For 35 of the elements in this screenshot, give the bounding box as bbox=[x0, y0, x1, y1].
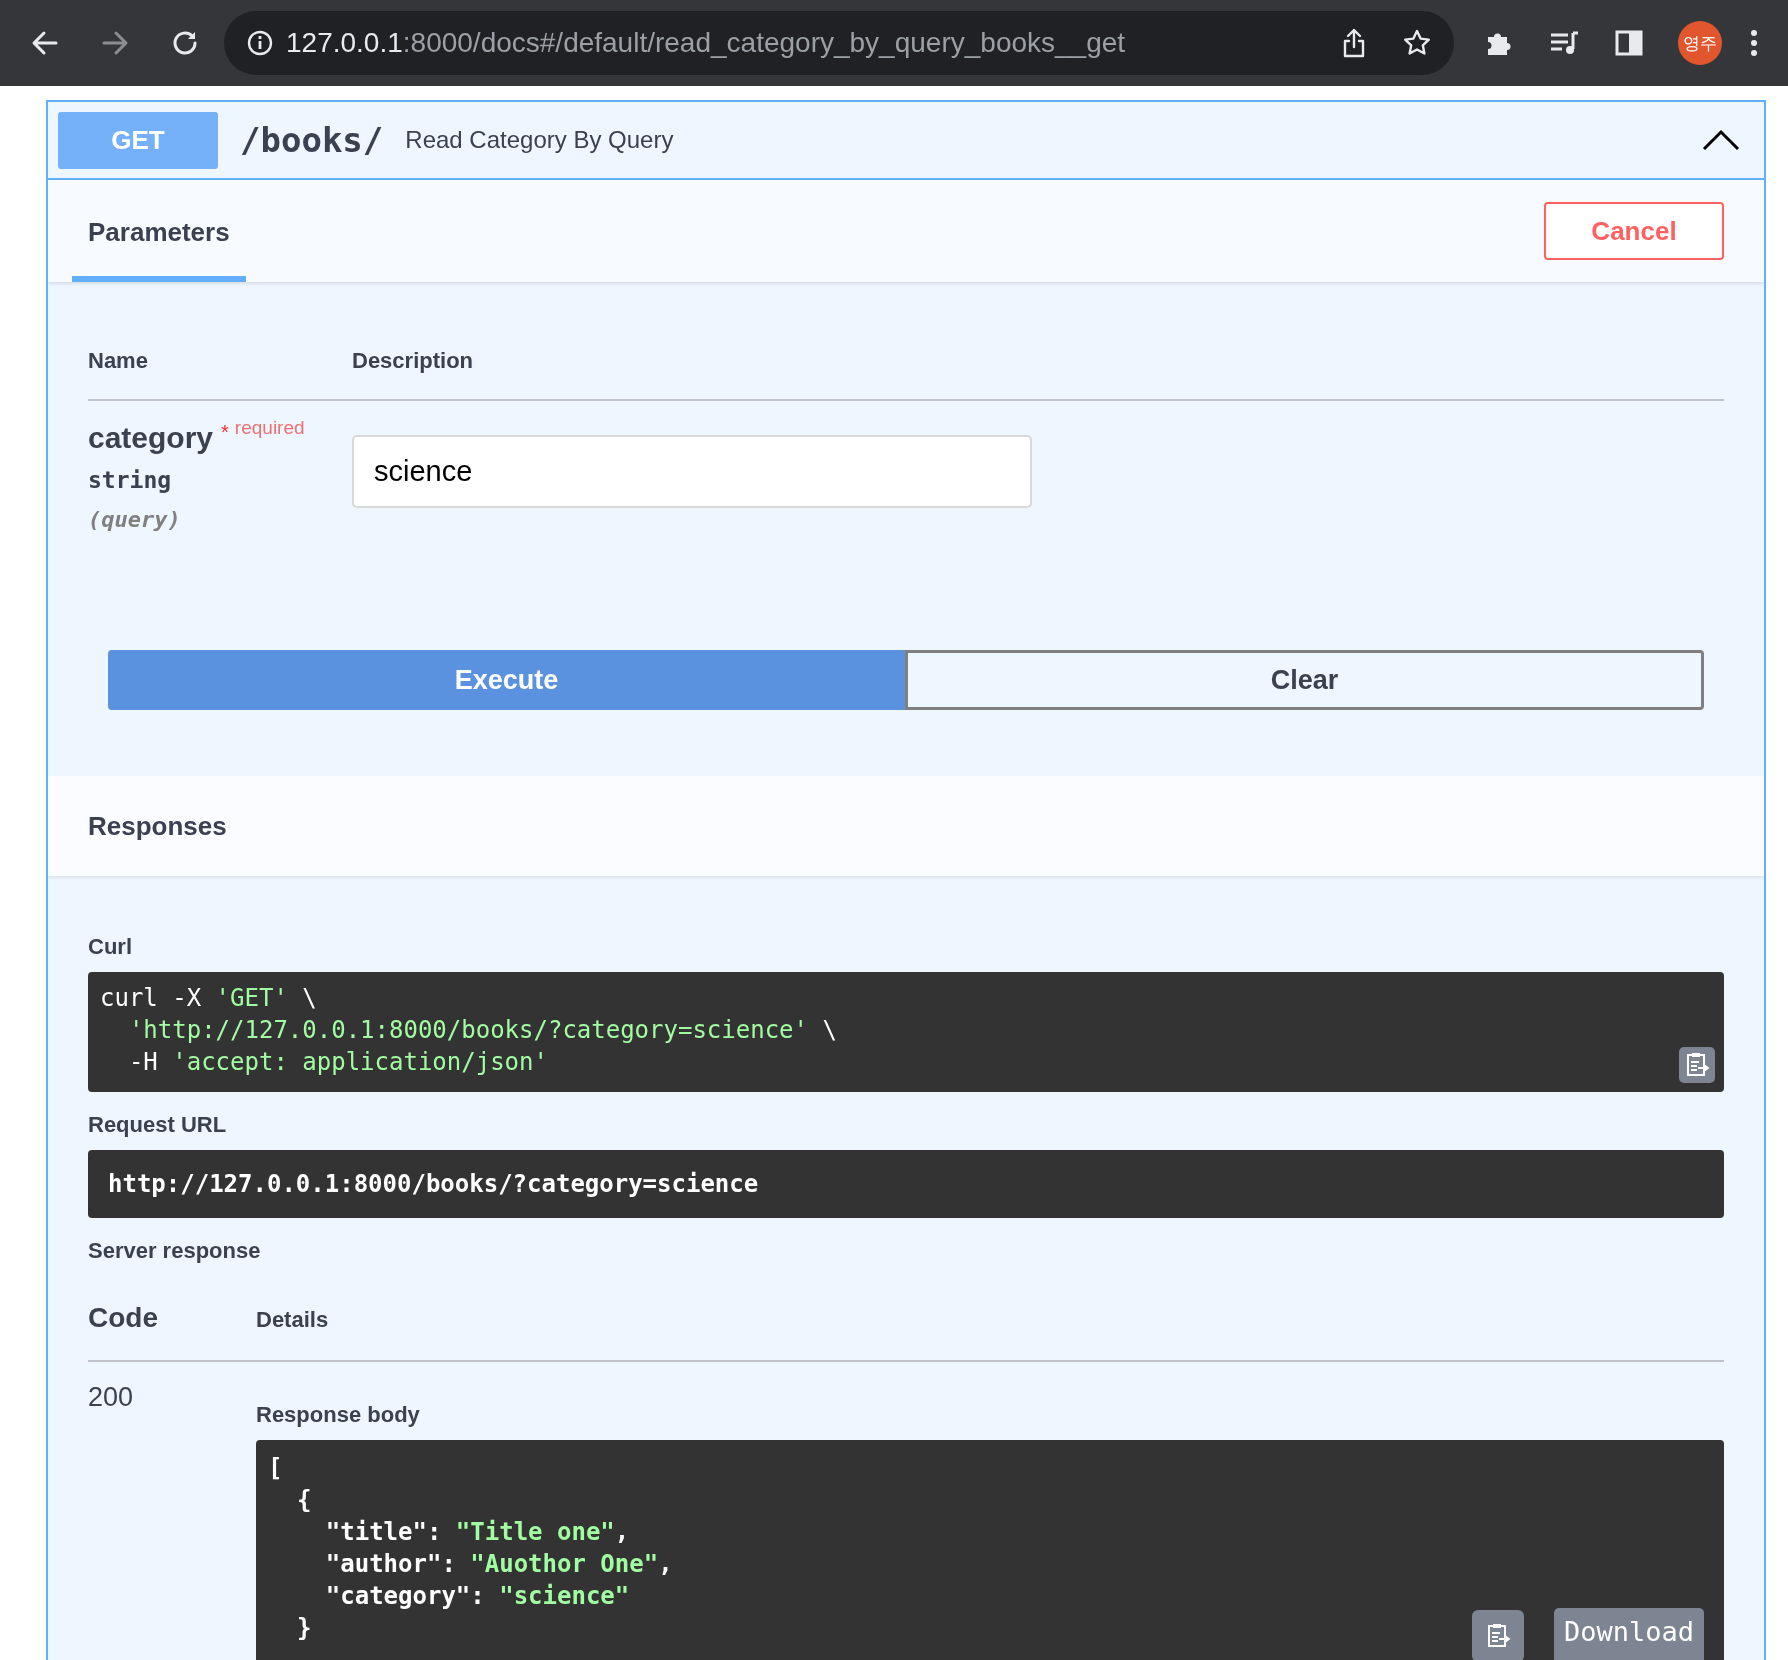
code-line: -H 'accept: application/json' bbox=[127, 1047, 548, 1078]
code-line: { bbox=[295, 1485, 312, 1516]
column-header: Description bbox=[352, 348, 474, 374]
parameter-type: string bbox=[88, 467, 173, 493]
clear-button[interactable]: Clear bbox=[905, 650, 1704, 710]
required-asterisk: * bbox=[221, 421, 229, 443]
request-url: http://127.0.0.1:8000/books/?category=science bbox=[108, 1170, 759, 1198]
parameter-location: (query) bbox=[88, 507, 182, 532]
column-header: Name bbox=[88, 348, 149, 374]
code-line: "title": "Title one", bbox=[324, 1517, 630, 1548]
parameter-input[interactable]: science bbox=[352, 435, 1032, 508]
request-url-label: Request URL bbox=[88, 1112, 228, 1138]
endpoint-path: /books/ bbox=[240, 120, 384, 160]
response-body-label: Response body bbox=[256, 1402, 421, 1428]
code-line: } bbox=[295, 1613, 312, 1644]
section-title: Responses bbox=[88, 810, 227, 842]
method-badge: GET bbox=[58, 111, 218, 169]
address-bar[interactable]: 127.0.0.1:8000/docs#/default/read_category_by_query_books__get bbox=[224, 11, 1454, 75]
endpoint-summary: Read Category By Query bbox=[405, 126, 674, 154]
code-line: "category": "science" bbox=[324, 1581, 630, 1612]
response-code: 200 bbox=[88, 1382, 135, 1414]
column-header: Details bbox=[256, 1307, 329, 1333]
code-line: curl -X 'GET' \ bbox=[100, 983, 317, 1014]
required-label: required bbox=[234, 417, 305, 438]
parameter-name: category bbox=[88, 421, 214, 454]
profile-avatar[interactable]: 영주 bbox=[1678, 21, 1722, 65]
url-text: 127.0.0.1:8000/docs#/default/read_category_by_query_books__get bbox=[286, 27, 1126, 59]
server-response-label: Server response bbox=[88, 1238, 262, 1264]
code-line: "author": "Auothor One", bbox=[324, 1549, 673, 1580]
parameters-tab[interactable]: Parameters bbox=[72, 211, 246, 282]
code-line: 'http://127.0.0.1:8000/books/?category=science' \ bbox=[127, 1015, 837, 1046]
download-button[interactable]: Download bbox=[1553, 1608, 1704, 1660]
column-header: Code bbox=[88, 1302, 159, 1334]
code-line: [ bbox=[268, 1453, 283, 1484]
curl-label: Curl bbox=[88, 934, 133, 960]
